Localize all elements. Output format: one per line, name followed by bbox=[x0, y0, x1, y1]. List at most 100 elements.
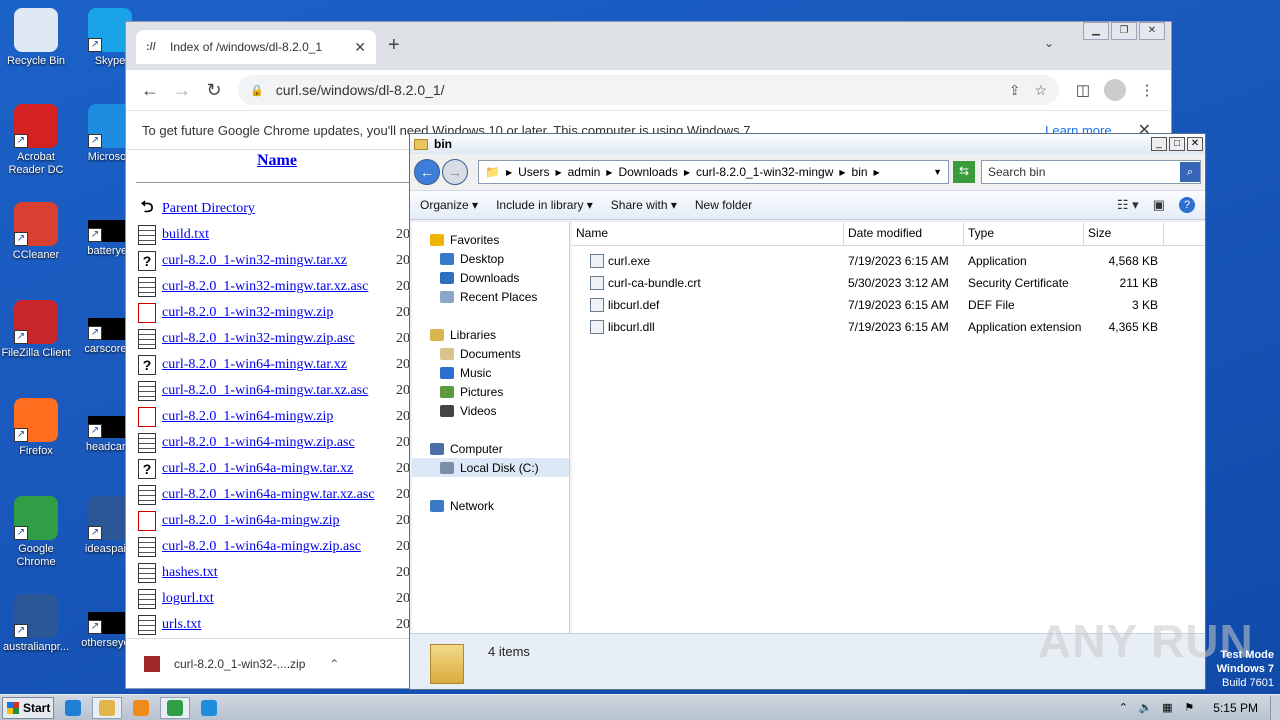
minimize-icon[interactable]: ▁ bbox=[1083, 22, 1109, 40]
browser-tab[interactable]: :// Index of /windows/dl-8.2.0_1 ✕ bbox=[136, 30, 376, 64]
file-link[interactable]: curl-8.2.0_1-win64a-mingw.tar.xz bbox=[162, 461, 353, 477]
search-placeholder[interactable]: Search bin bbox=[988, 165, 1180, 179]
nav-item-libraries[interactable]: Libraries bbox=[412, 325, 569, 344]
address-bar[interactable]: 🔒 curl.se/windows/dl-8.2.0_1/ ⇪ ☆ bbox=[238, 75, 1059, 105]
nav-item-documents[interactable]: Documents bbox=[412, 344, 569, 363]
file-link[interactable]: curl-8.2.0_1-win32-mingw.zip.asc bbox=[162, 331, 355, 347]
nav-item-videos[interactable]: Videos bbox=[412, 401, 569, 420]
nav-item-downloads[interactable]: Downloads bbox=[412, 268, 569, 287]
name-column-header[interactable]: Name bbox=[257, 152, 297, 170]
file-row[interactable]: curl-ca-bundle.crt 5/30/2023 3:12 AM Secur… bbox=[572, 272, 1205, 294]
address-dropdown-icon[interactable]: ▼ bbox=[933, 167, 942, 177]
command-new-folder[interactable]: New folder bbox=[695, 198, 752, 212]
column-header-size[interactable]: Size bbox=[1084, 222, 1164, 245]
breadcrumb-separator-icon[interactable]: ▶ bbox=[555, 168, 561, 177]
nav-item-computer[interactable]: Computer bbox=[412, 439, 569, 458]
nav-item-recent-places[interactable]: Recent Places bbox=[412, 287, 569, 306]
parent-directory-link[interactable]: Parent Directory bbox=[162, 201, 255, 217]
refresh-icon[interactable]: ⇆ bbox=[953, 161, 975, 183]
command-share-with[interactable]: Share with ▾ bbox=[611, 198, 677, 212]
desktop-icon-item[interactable]: ↗ FileZilla Client bbox=[0, 300, 74, 360]
file-link[interactable]: curl-8.2.0_1-win32-mingw.tar.xz.asc bbox=[162, 279, 368, 295]
forward-button-icon[interactable]: → bbox=[442, 159, 468, 185]
file-link[interactable]: hashes.txt bbox=[162, 565, 218, 581]
new-tab-icon[interactable]: + bbox=[388, 34, 400, 57]
nav-item-favorites[interactable]: Favorites bbox=[412, 230, 569, 249]
taskbar-app[interactable] bbox=[194, 697, 224, 719]
breadcrumb-item[interactable]: curl-8.2.0_1-win32-mingw bbox=[696, 165, 833, 179]
show-hidden-icons-chevron-icon[interactable]: ⌃ bbox=[1115, 701, 1131, 715]
search-input[interactable]: Search bin ⌕ bbox=[981, 160, 1201, 184]
command-include-in-library[interactable]: Include in library ▾ bbox=[496, 198, 593, 212]
start-button[interactable]: Start bbox=[2, 696, 54, 719]
tab-search-chevron-icon[interactable]: ⌄ bbox=[1044, 36, 1054, 50]
file-link[interactable]: curl-8.2.0_1-win64a-mingw.zip bbox=[162, 513, 340, 529]
network-tray-icon[interactable]: ▦ bbox=[1159, 701, 1175, 715]
file-link[interactable]: curl-8.2.0_1-win32-mingw.tar.xz bbox=[162, 253, 347, 269]
nav-item-desktop[interactable]: Desktop bbox=[412, 249, 569, 268]
clock[interactable]: 5:15 PM bbox=[1213, 701, 1258, 715]
close-tab-icon[interactable]: ✕ bbox=[354, 39, 366, 56]
breadcrumb-separator-icon[interactable]: ▶ bbox=[839, 168, 845, 177]
close-icon[interactable]: ✕ bbox=[1187, 137, 1203, 151]
taskbar-app[interactable] bbox=[160, 696, 190, 719]
file-link[interactable]: urls.txt bbox=[162, 617, 201, 633]
taskbar-app[interactable] bbox=[58, 697, 88, 719]
breadcrumb-separator-icon[interactable]: ▶ bbox=[506, 168, 512, 177]
preview-pane-icon[interactable]: ▣ bbox=[1153, 197, 1165, 213]
desktop-icon-item[interactable]: Recycle Bin bbox=[0, 8, 74, 68]
download-filename[interactable]: curl-8.2.0_1-win32-....zip bbox=[174, 657, 305, 671]
close-window-icon[interactable]: ✕ bbox=[1139, 22, 1165, 40]
desktop-icon-item[interactable]: ↗ Acrobat Reader DC bbox=[0, 104, 74, 177]
help-icon[interactable]: ? bbox=[1179, 197, 1195, 213]
taskbar-app[interactable] bbox=[92, 696, 122, 719]
volume-icon[interactable]: 🔈 bbox=[1137, 701, 1153, 715]
breadcrumb-separator-icon[interactable]: ▶ bbox=[606, 168, 612, 177]
breadcrumb-separator-icon[interactable]: ▶ bbox=[684, 168, 690, 177]
taskbar-app[interactable] bbox=[126, 697, 156, 719]
breadcrumb-item[interactable]: admin bbox=[568, 165, 601, 179]
file-link[interactable]: curl-8.2.0_1-win64-mingw.tar.xz bbox=[162, 357, 347, 373]
breadcrumb-separator-icon[interactable]: ▶ bbox=[874, 168, 880, 177]
file-link[interactable]: curl-8.2.0_1-win64a-mingw.zip.asc bbox=[162, 539, 361, 555]
url-text[interactable]: curl.se/windows/dl-8.2.0_1/ bbox=[276, 82, 995, 98]
breadcrumb[interactable]: 📁 ▶ Users ▶ admin ▶ Downloads ▶ curl-8.2.0_1-wi… bbox=[478, 160, 949, 184]
action-center-flag-icon[interactable]: ⚑ bbox=[1181, 701, 1197, 715]
back-button-icon[interactable]: ← bbox=[414, 159, 440, 185]
file-link[interactable]: curl-8.2.0_1-win64a-mingw.tar.xz.asc bbox=[162, 487, 375, 503]
breadcrumb-item[interactable]: Downloads bbox=[618, 165, 677, 179]
nav-item-music[interactable]: Music bbox=[412, 363, 569, 382]
side-panel-icon[interactable]: ◫ bbox=[1067, 81, 1099, 99]
file-link[interactable]: logurl.txt bbox=[162, 591, 214, 607]
desktop-icon-item[interactable]: ↗ Firefox bbox=[0, 398, 74, 458]
desktop-icon-item[interactable]: ↗ CCleaner bbox=[0, 202, 74, 262]
file-row[interactable]: curl.exe 7/19/2023 6:15 AM Application 4,56… bbox=[572, 250, 1205, 272]
menu-kebab-icon[interactable]: ⋮ bbox=[1131, 81, 1163, 99]
search-icon[interactable]: ⌕ bbox=[1180, 162, 1200, 182]
nav-item-network[interactable]: Network bbox=[412, 496, 569, 515]
desktop-icon-item[interactable]: ↗ Google Chrome bbox=[0, 496, 74, 569]
forward-arrow-icon[interactable]: → bbox=[166, 80, 198, 101]
file-link[interactable]: curl-8.2.0_1-win32-mingw.zip bbox=[162, 305, 333, 321]
chevron-up-icon[interactable]: ⌃ bbox=[329, 657, 339, 671]
column-header-name[interactable]: Name bbox=[572, 222, 844, 245]
show-desktop-button[interactable] bbox=[1270, 695, 1280, 720]
minimize-icon[interactable]: _ bbox=[1151, 137, 1167, 151]
profile-avatar-icon[interactable] bbox=[1104, 79, 1126, 101]
maximize-icon[interactable]: □ bbox=[1169, 137, 1185, 151]
file-row[interactable]: libcurl.def 7/19/2023 6:15 AM DEF File 3 KB bbox=[572, 294, 1205, 316]
nav-item-pictures[interactable]: Pictures bbox=[412, 382, 569, 401]
breadcrumb-item[interactable]: bin bbox=[852, 165, 868, 179]
file-row[interactable]: libcurl.dll 7/19/2023 6:15 AM Application … bbox=[572, 316, 1205, 338]
file-link[interactable]: build.txt bbox=[162, 227, 209, 243]
column-header-date-modified[interactable]: Date modified bbox=[844, 222, 964, 245]
lock-icon[interactable]: 🔒 bbox=[250, 84, 264, 97]
file-link[interactable]: curl-8.2.0_1-win64-mingw.zip.asc bbox=[162, 435, 355, 451]
column-header-type[interactable]: Type bbox=[964, 222, 1084, 245]
view-options-icon[interactable]: ☷ ▾ bbox=[1117, 197, 1139, 213]
file-link[interactable]: curl-8.2.0_1-win64-mingw.tar.xz.asc bbox=[162, 383, 368, 399]
breadcrumb-item[interactable]: Users bbox=[518, 165, 549, 179]
file-link[interactable]: curl-8.2.0_1-win64-mingw.zip bbox=[162, 409, 333, 425]
maximize-icon[interactable]: ❐ bbox=[1111, 22, 1137, 40]
back-arrow-icon[interactable]: ← bbox=[134, 80, 166, 101]
